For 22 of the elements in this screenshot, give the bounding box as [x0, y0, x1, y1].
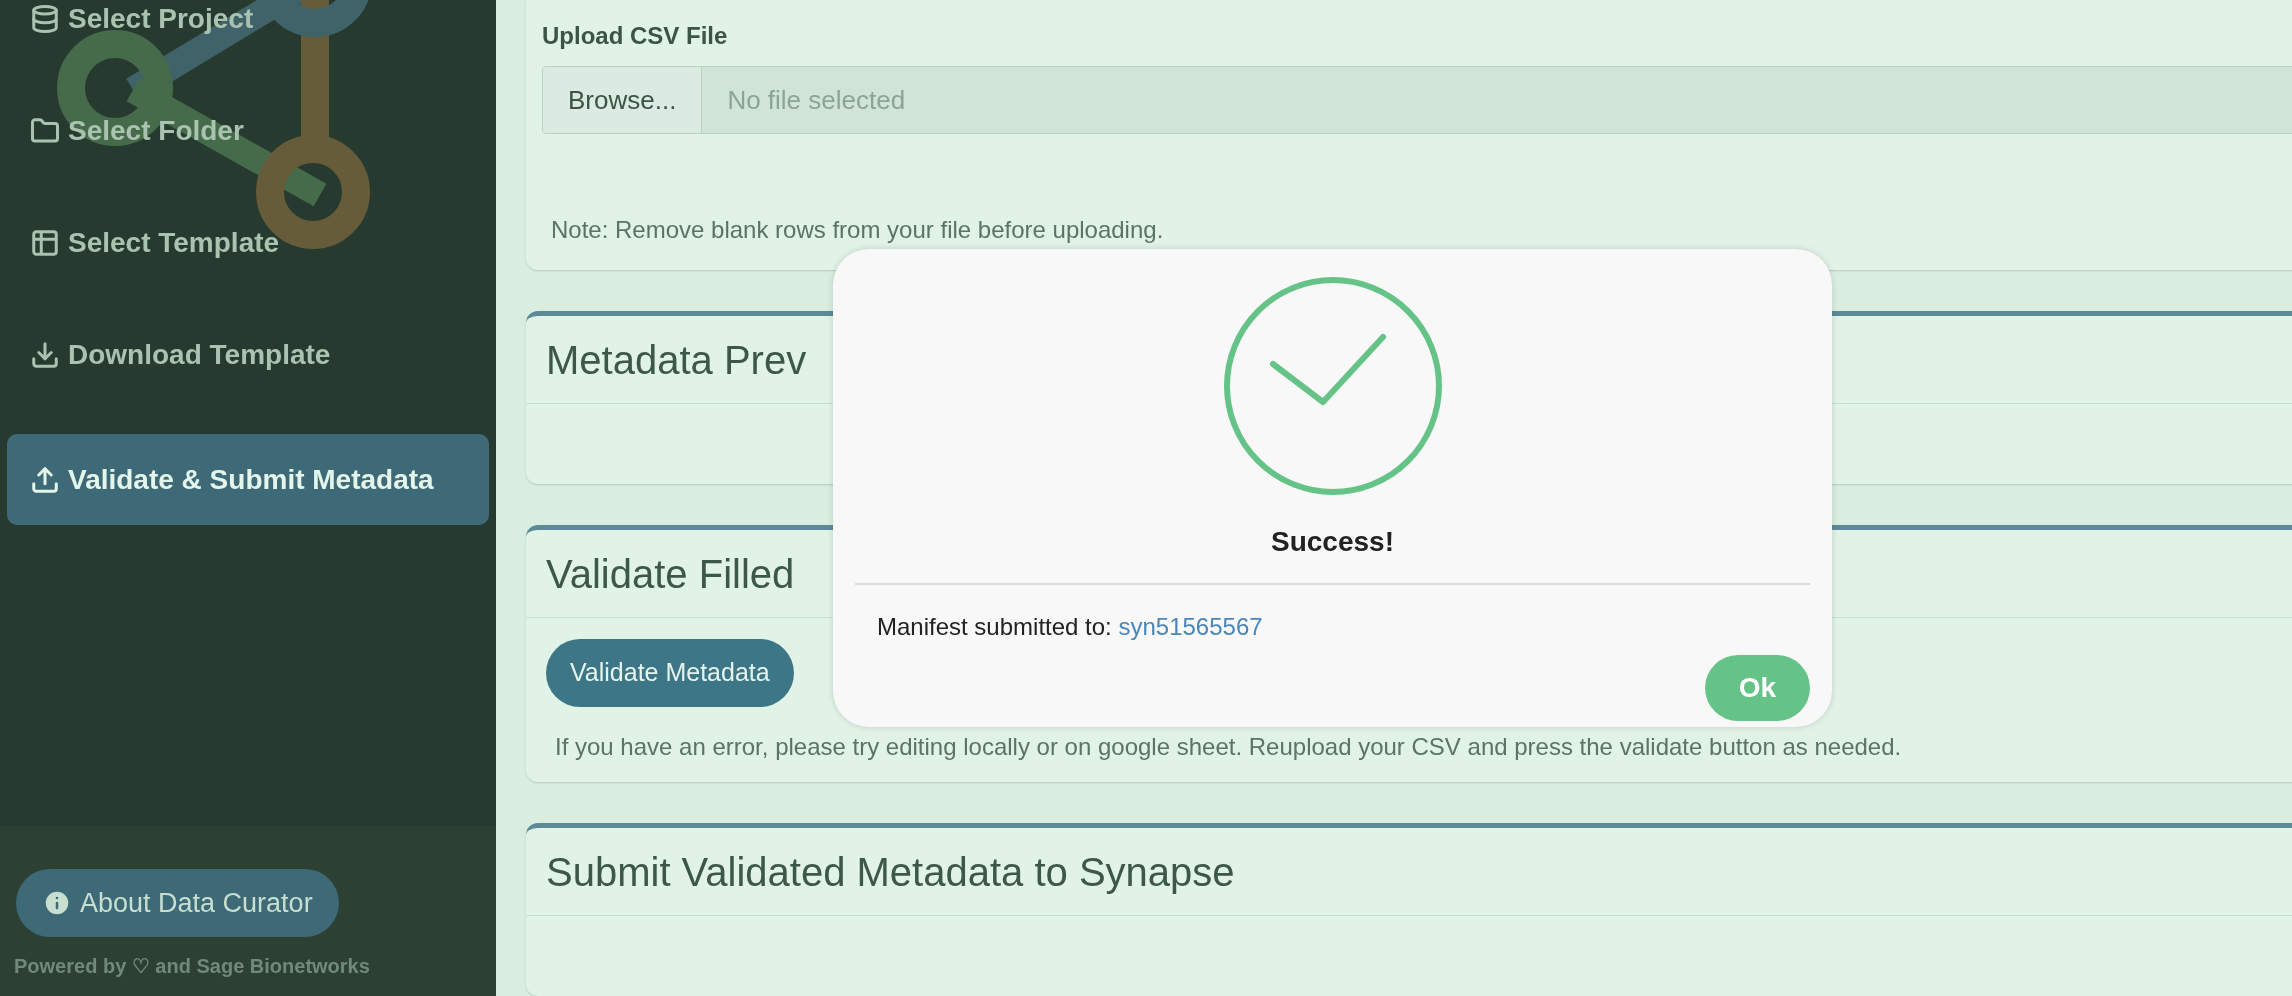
dialog-title: Success! — [1271, 525, 1394, 559]
sidebar-item[interactable]: Download Template — [7, 322, 489, 388]
upload-icon — [30, 464, 60, 495]
manifest-link[interactable]: syn51565567 — [1118, 613, 1263, 640]
upload-label: Upload CSV File — [542, 21, 729, 51]
dialog-message: Manifest submitted to: syn51565567 — [877, 612, 1263, 642]
sidebar-item[interactable]: Select Folder — [7, 98, 489, 164]
validate-button[interactable]: Validate Metadata — [546, 639, 794, 707]
info-icon — [42, 888, 72, 918]
download-icon — [30, 340, 60, 370]
footer-text: Powered by ♡ and Sage Bionetworks — [14, 954, 370, 979]
note-text: Note: Remove blank rows from your file before uploading. — [551, 215, 1165, 245]
database-icon — [30, 4, 60, 34]
sidebar-item[interactable]: Select Project — [7, 0, 489, 52]
table-icon — [30, 228, 60, 258]
folder-icon — [30, 116, 60, 146]
sidebar-item[interactable]: Validate & Submit Metadata — [7, 434, 489, 525]
sidebar-item[interactable]: Select Template — [7, 210, 489, 276]
about-button[interactable]: About Data Curator — [16, 869, 339, 937]
help-text: If you have an error, please try editing locally or on google sheet. Reupload your CSV and press the validate button as needed. — [555, 732, 1902, 762]
checkmark-icon — [1221, 275, 1444, 497]
section-heading: Submit Validated Metadata to Synapse — [526, 828, 2292, 916]
